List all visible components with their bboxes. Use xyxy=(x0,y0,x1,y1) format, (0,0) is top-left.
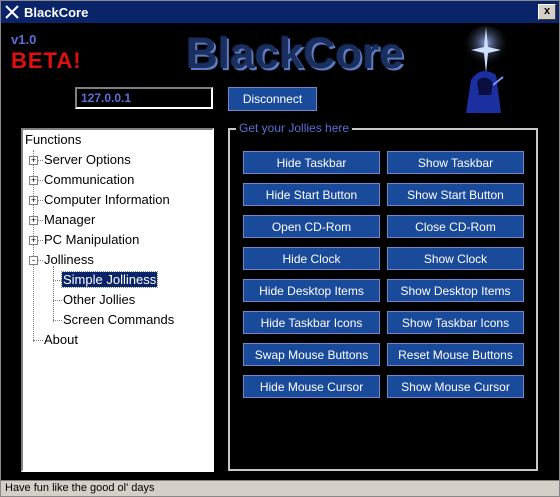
show-taskbar-button[interactable]: Show Taskbar xyxy=(387,151,524,174)
close-cd-rom-button[interactable]: Close CD-Rom xyxy=(387,215,524,238)
hooded-figure-logo-icon xyxy=(462,26,510,113)
function-tree[interactable]: Functions + Server Options + Communicati… xyxy=(21,128,214,472)
tree-item-screen-commands[interactable]: Screen Commands xyxy=(63,312,174,327)
show-taskbar-icons-button[interactable]: Show Taskbar Icons xyxy=(387,311,524,334)
title-bar[interactable]: BlackCore x xyxy=(1,1,559,23)
main-window: BlackCore x v1.0 BETA! BlackCore Disconn… xyxy=(0,0,560,497)
tree-item-communication[interactable]: Communication xyxy=(44,172,134,187)
show-start-button-button[interactable]: Show Start Button xyxy=(387,183,524,206)
tree-line xyxy=(53,266,54,322)
show-mouse-cursor-button[interactable]: Show Mouse Cursor xyxy=(387,375,524,398)
status-bar: Have fun like the good ol' days xyxy=(1,480,559,496)
hide-clock-button[interactable]: Hide Clock xyxy=(243,247,380,270)
ip-address-input[interactable] xyxy=(75,87,213,109)
show-clock-button[interactable]: Show Clock xyxy=(387,247,524,270)
reset-mouse-buttons-button[interactable]: Reset Mouse Buttons xyxy=(387,343,524,366)
beta-label: BETA! xyxy=(11,48,82,73)
open-cd-rom-button[interactable]: Open CD-Rom xyxy=(243,215,380,238)
tree-item-manager[interactable]: Manager xyxy=(44,212,95,227)
tree-item-other-jollies[interactable]: Other Jollies xyxy=(63,292,135,307)
expand-icon[interactable]: + xyxy=(29,236,38,245)
tree-item-jolliness[interactable]: Jolliness xyxy=(44,252,94,267)
tree-item-simple-jolliness[interactable]: Simple Jolliness xyxy=(60,271,159,288)
collapse-icon[interactable]: - xyxy=(29,256,38,265)
tree-item-computer-information[interactable]: Computer Information xyxy=(44,192,170,207)
tree-item-server-options[interactable]: Server Options xyxy=(44,152,131,167)
version-label: v1.0 xyxy=(11,32,37,47)
expand-icon[interactable]: + xyxy=(29,156,38,165)
expand-icon[interactable]: + xyxy=(29,196,38,205)
hide-mouse-cursor-button[interactable]: Hide Mouse Cursor xyxy=(243,375,380,398)
expand-icon[interactable]: + xyxy=(29,176,38,185)
close-button[interactable]: x xyxy=(538,4,556,20)
expand-icon[interactable]: + xyxy=(29,216,38,225)
show-desktop-items-button[interactable]: Show Desktop Items xyxy=(387,279,524,302)
window-title: BlackCore xyxy=(24,4,89,20)
hide-taskbar-icons-button[interactable]: Hide Taskbar Icons xyxy=(243,311,380,334)
tree-item-pc-manipulation[interactable]: PC Manipulation xyxy=(44,232,139,247)
group-legend: Get your Jollies here xyxy=(236,121,353,135)
hide-taskbar-button[interactable]: Hide Taskbar xyxy=(243,151,380,174)
app-icon xyxy=(5,5,19,19)
tree-item-about[interactable]: About xyxy=(44,332,78,347)
swap-mouse-buttons-button[interactable]: Swap Mouse Buttons xyxy=(243,343,380,366)
hide-desktop-items-button[interactable]: Hide Desktop Items xyxy=(243,279,380,302)
app-logo: BlackCore xyxy=(186,29,404,78)
hide-start-button-button[interactable]: Hide Start Button xyxy=(243,183,380,206)
disconnect-button[interactable]: Disconnect xyxy=(228,87,317,111)
tree-root[interactable]: Functions xyxy=(25,132,81,147)
